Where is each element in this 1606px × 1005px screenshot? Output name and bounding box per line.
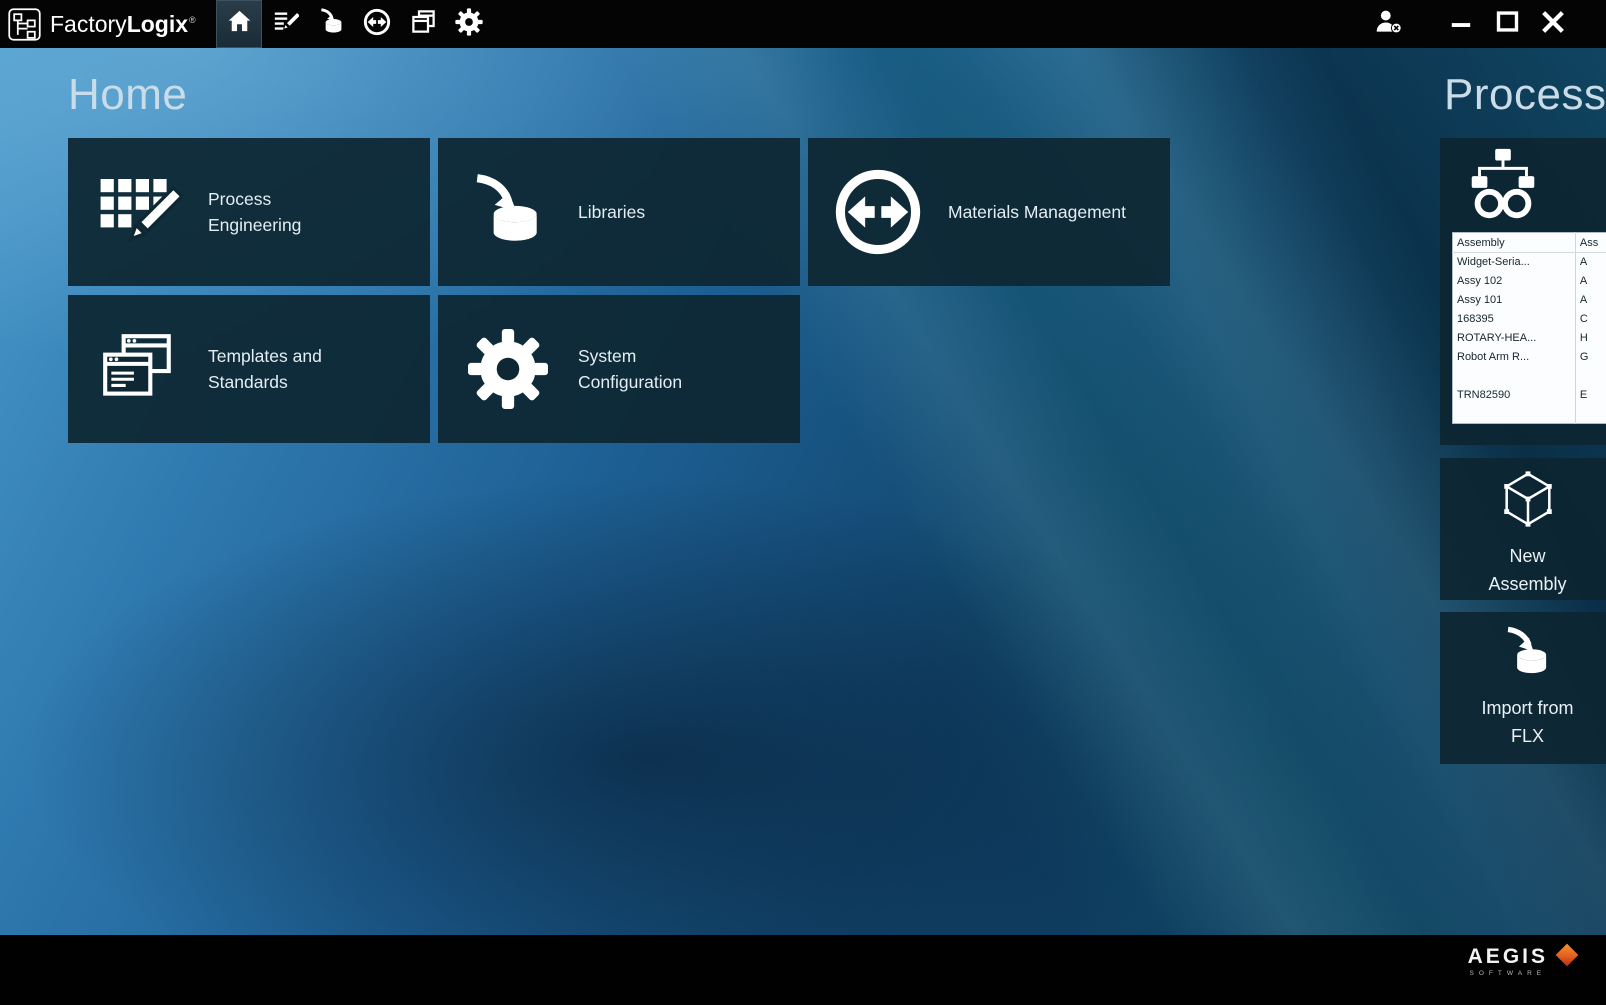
right-panel-title: Process: [1444, 70, 1606, 120]
table-row[interactable]: Assy 102 A: [1453, 272, 1606, 291]
tile-label: Templates and Standards: [208, 343, 348, 396]
titlebar-right-zone: [1366, 0, 1606, 48]
tile-label: Materials Management: [948, 199, 1126, 225]
table-row: [1453, 367, 1606, 386]
tile-label: System Configuration: [578, 343, 718, 396]
new-assembly-label: New Assembly: [1478, 543, 1578, 599]
close-icon: [1538, 7, 1568, 42]
process-engineering-button[interactable]: [262, 0, 308, 48]
tile-materials-management[interactable]: Materials Management: [808, 138, 1170, 286]
aegis-diamond-icon: [1556, 944, 1579, 967]
main-toolbar: [216, 0, 492, 48]
process-engineering-icon: [82, 168, 194, 256]
user-login-button[interactable]: [1366, 0, 1412, 48]
table-row[interactable]: 168395 C: [1453, 310, 1606, 329]
table-row[interactable]: ROTARY-HEA... H: [1453, 329, 1606, 348]
tile-templates-standards[interactable]: Templates and Standards: [68, 295, 430, 443]
tile-label: Libraries: [578, 199, 645, 225]
table-row[interactable]: TRN82590 E: [1453, 386, 1606, 405]
new-assembly-icon: [1497, 468, 1559, 535]
tile-system-configuration[interactable]: System Configuration: [438, 295, 800, 443]
materials-management-button[interactable]: [354, 0, 400, 48]
templates-standards-button[interactable]: [400, 0, 446, 48]
column-header: Ass: [1575, 233, 1606, 253]
close-button[interactable]: [1530, 0, 1576, 48]
title-bar: FactoryLogix®: [0, 0, 1606, 48]
aegis-brand-text: AEGIS: [1468, 946, 1548, 967]
user-status-icon: [1374, 7, 1404, 42]
libraries-button[interactable]: [308, 0, 354, 48]
page-title: Home: [68, 70, 187, 120]
libraries-icon: [452, 171, 564, 253]
footer-bar: AEGIS SOFTWARE: [0, 935, 1606, 1005]
system-configuration-icon: [455, 8, 483, 41]
templates-standards-icon: [410, 8, 437, 40]
system-configuration-icon: [452, 328, 564, 410]
app-logo: FactoryLogix®: [0, 8, 216, 41]
assembly-table: Assembly Ass Widget-Seria... A Assy 102 …: [1452, 232, 1606, 424]
tile-label: Process Engineering: [208, 186, 348, 239]
import-from-flx-label: Import from FLX: [1478, 695, 1578, 751]
maximize-button[interactable]: [1484, 0, 1530, 48]
import-from-flx-button[interactable]: Import from FLX: [1440, 612, 1606, 764]
table-row[interactable]: Assy 101 A: [1453, 291, 1606, 310]
column-header: Assembly: [1453, 233, 1576, 253]
materials-management-icon: [822, 168, 934, 256]
assemblies-panel: Assembly Ass Widget-Seria... A Assy 102 …: [1440, 138, 1606, 445]
materials-management-icon: [363, 8, 391, 41]
import-flx-icon: [1499, 624, 1557, 687]
tile-libraries[interactable]: Libraries: [438, 138, 800, 286]
minimize-icon: [1448, 9, 1474, 40]
home-button[interactable]: [216, 0, 262, 48]
process-tree-icon: [1460, 146, 1546, 227]
table-row[interactable]: Widget-Seria... A: [1453, 253, 1606, 272]
aegis-sub-text: SOFTWARE: [1470, 970, 1547, 977]
assembly-table-header: Assembly Ass: [1453, 233, 1606, 253]
system-configuration-button[interactable]: [446, 0, 492, 48]
app-logo-icon: [8, 8, 41, 41]
libraries-icon: [318, 8, 345, 40]
process-engineering-icon: [272, 8, 299, 40]
aegis-logo: AEGIS SOFTWARE: [1468, 946, 1548, 977]
table-row: [1453, 405, 1606, 424]
application-window: FactoryLogix®: [0, 0, 1606, 1005]
table-row[interactable]: Robot Arm R... G: [1453, 348, 1606, 367]
new-assembly-button[interactable]: New Assembly: [1440, 458, 1606, 600]
minimize-button[interactable]: [1438, 0, 1484, 48]
maximize-icon: [1494, 8, 1521, 40]
tile-process-engineering[interactable]: Process Engineering: [68, 138, 430, 286]
app-title: FactoryLogix®: [50, 11, 196, 38]
home-icon: [226, 8, 253, 40]
templates-standards-icon: [82, 328, 194, 410]
